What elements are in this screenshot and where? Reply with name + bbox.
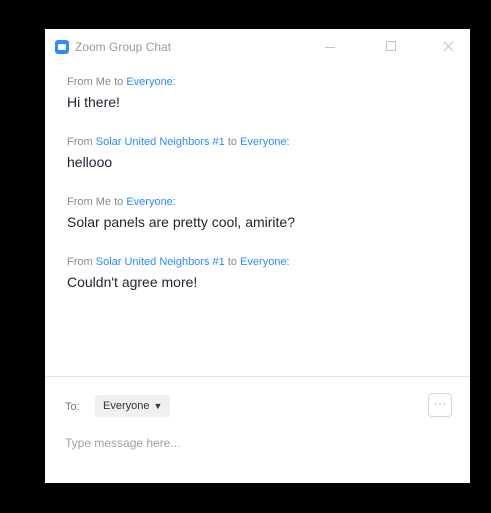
- close-button[interactable]: [434, 33, 464, 61]
- message-header: From Me to Everyone:: [67, 75, 176, 89]
- message-input[interactable]: [65, 433, 445, 453]
- message-header: From Solar United Neighbors #1 to Everyo…: [67, 255, 290, 269]
- sender-name: Me: [95, 196, 112, 208]
- chat-message: From Solar United Neighbors #1 to Everyo…: [67, 135, 290, 171]
- message-composer: To: Everyone ▼ ···: [45, 376, 470, 484]
- message-text: Hi there!: [67, 94, 120, 110]
- to-label: To:: [65, 401, 80, 413]
- ellipsis-icon: ···: [434, 396, 446, 410]
- chevron-down-icon: ▼: [153, 401, 163, 411]
- message-text: Solar panels are pretty cool, amirite?: [67, 214, 295, 230]
- recipient-link[interactable]: Everyone:: [240, 256, 290, 268]
- from-label: From: [67, 196, 93, 208]
- more-options-button[interactable]: ···: [428, 393, 452, 417]
- chat-message: From Solar United Neighbors #1 to Everyo…: [67, 255, 290, 291]
- chat-message: From Me to Everyone: Hi there!: [67, 75, 176, 111]
- to-label: to: [227, 256, 238, 268]
- to-label: to: [114, 76, 124, 88]
- from-label: From: [67, 256, 93, 268]
- zoom-group-chat-window: Zoom Group Chat From Me to Everyone: Hi …: [45, 29, 470, 483]
- recipient-link[interactable]: Everyone:: [126, 196, 176, 208]
- sender-link[interactable]: Solar United Neighbors #1: [96, 136, 225, 148]
- title-bar[interactable]: Zoom Group Chat: [45, 29, 470, 67]
- to-label: to: [114, 196, 124, 208]
- recipient-link[interactable]: Everyone:: [126, 76, 176, 88]
- message-text: Couldn't agree more!: [67, 274, 198, 290]
- window-title: Zoom Group Chat: [75, 40, 172, 54]
- sender-link[interactable]: Solar United Neighbors #1: [96, 256, 225, 268]
- chat-message-list[interactable]: From Me to Everyone: Hi there! From Sola…: [45, 67, 470, 375]
- maximize-icon: [386, 41, 396, 51]
- minimize-icon: [325, 47, 335, 48]
- recipient-dropdown[interactable]: Everyone ▼: [95, 395, 171, 417]
- zoom-app-icon: [55, 40, 69, 54]
- message-header: From Me to Everyone:: [67, 195, 295, 209]
- message-header: From Solar United Neighbors #1 to Everyo…: [67, 135, 290, 149]
- to-label: to: [227, 136, 238, 148]
- recipient-link[interactable]: Everyone:: [240, 136, 290, 148]
- message-text: hellooo: [67, 154, 113, 170]
- sender-name: Me: [95, 76, 112, 88]
- maximize-button[interactable]: [376, 33, 406, 61]
- chat-message: From Me to Everyone: Solar panels are pr…: [67, 195, 295, 231]
- minimize-button[interactable]: [315, 33, 345, 61]
- recipient-dropdown-label: Everyone: [103, 400, 150, 412]
- from-label: From: [67, 76, 93, 88]
- from-label: From: [67, 136, 93, 148]
